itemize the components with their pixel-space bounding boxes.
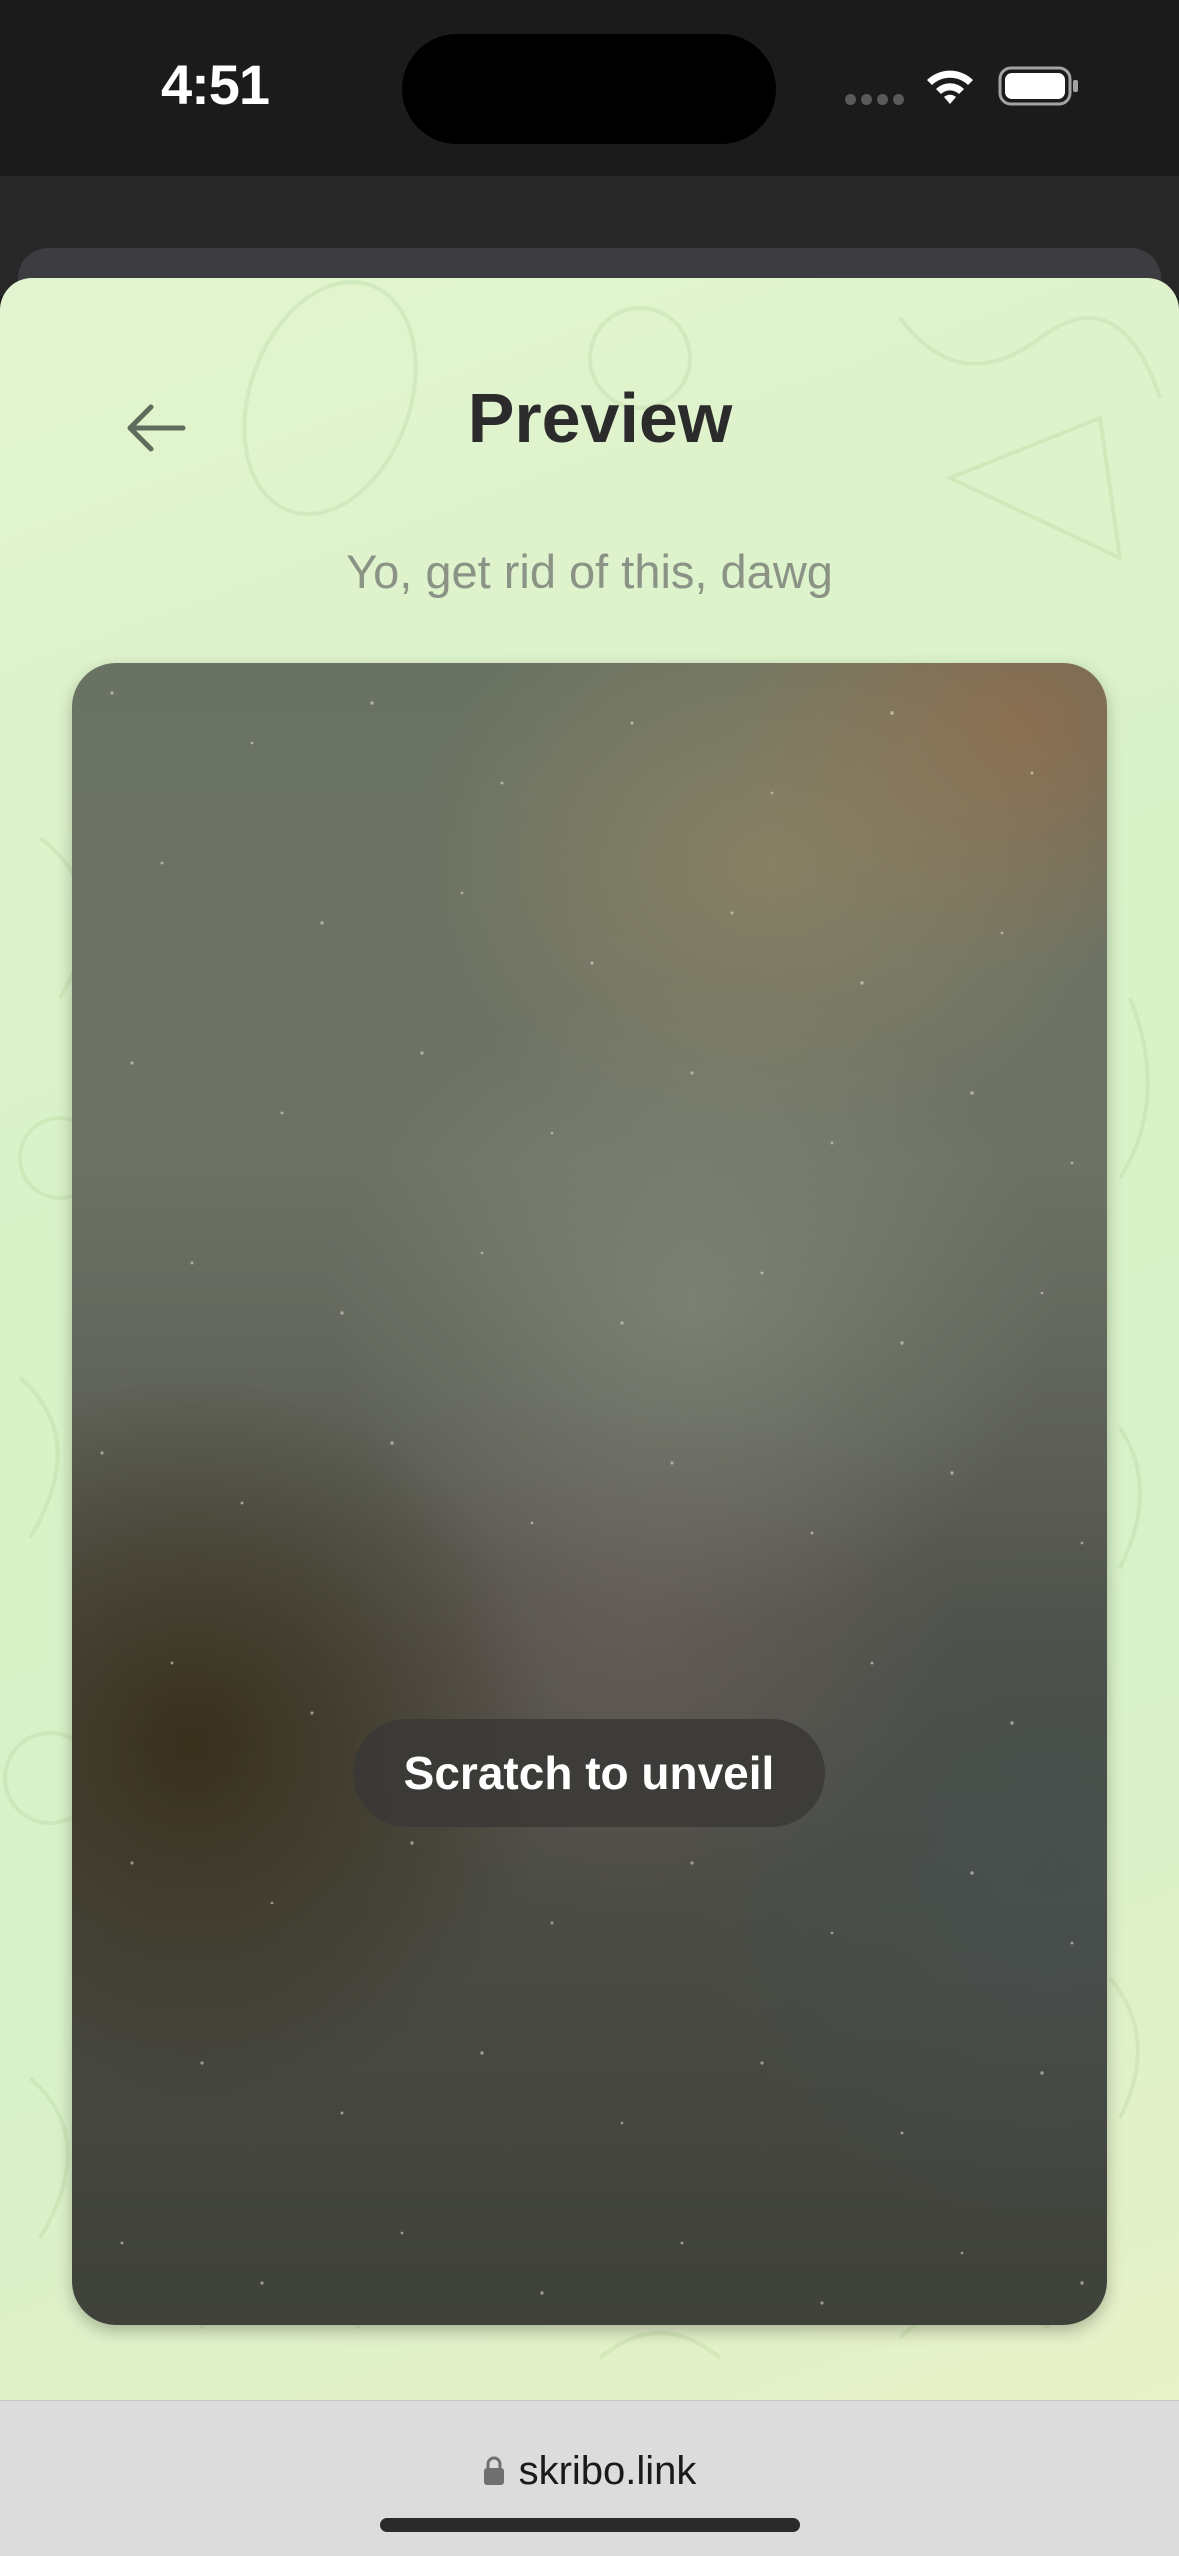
url-row[interactable]: skribo.link xyxy=(0,2441,1179,2501)
dynamic-island xyxy=(402,34,776,144)
page-title: Preview xyxy=(467,379,733,457)
scratch-to-unveil-badge[interactable]: Scratch to unveil xyxy=(353,1719,825,1827)
phone-screen: 4:51 Preview Yo, get rid of this, dawg S… xyxy=(0,0,1179,2556)
arrow-left-icon xyxy=(127,404,186,452)
url-text: skribo.link xyxy=(518,2448,697,2493)
battery-icon xyxy=(998,66,1078,106)
lock-icon xyxy=(483,2456,504,2485)
back-button[interactable] xyxy=(118,390,194,466)
preview-sheet: Preview Yo, get rid of this, dawg Scratc… xyxy=(0,278,1179,2402)
speckle-texture xyxy=(100,691,1084,2305)
home-indicator[interactable] xyxy=(380,2518,800,2532)
status-bar: 4:51 xyxy=(0,0,1179,176)
scratch-card[interactable]: Scratch to unveil xyxy=(72,663,1107,2325)
browser-address-bar[interactable]: skribo.link xyxy=(0,2400,1179,2556)
signal-icon xyxy=(845,94,905,106)
wifi-icon xyxy=(927,70,973,104)
subtitle: Yo, get rid of this, dawg xyxy=(346,545,833,598)
status-time: 4:51 xyxy=(160,53,270,116)
